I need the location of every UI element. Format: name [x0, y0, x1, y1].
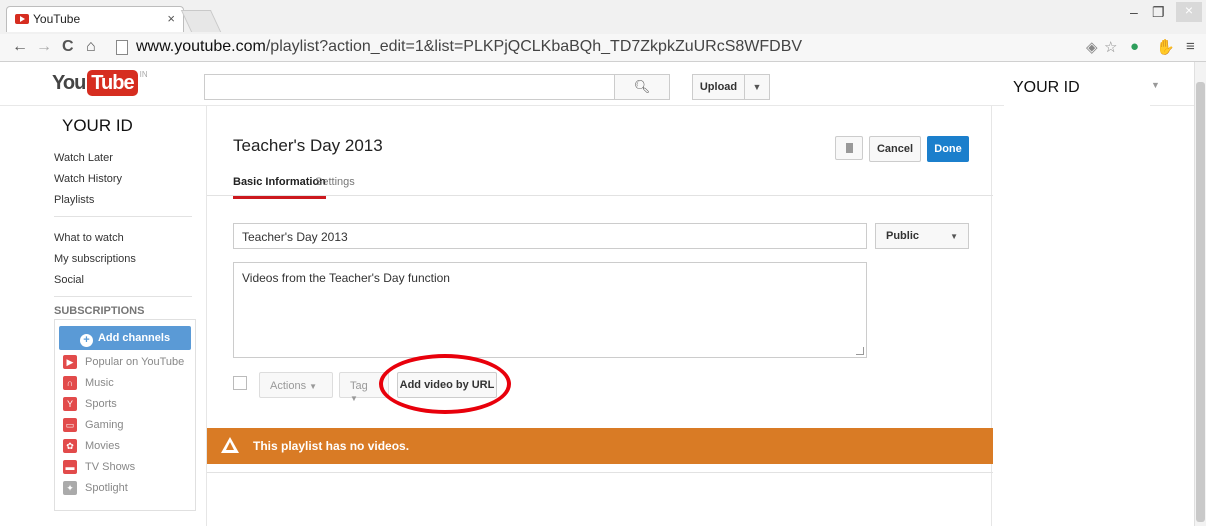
upload-button[interactable]: Upload — [692, 74, 744, 100]
youtube-logo[interactable]: You Tube IN — [52, 70, 148, 96]
search-input[interactable] — [204, 74, 614, 100]
tab-settings[interactable]: Settings — [315, 176, 355, 188]
page-title: Teacher's Day 2013 — [233, 136, 383, 155]
extension-icon[interactable]: ◈ — [1086, 38, 1098, 56]
guide-sidebar: YOUR ID Watch Later Watch History Playli… — [0, 106, 200, 526]
trash-icon — [846, 143, 853, 153]
sidebar-divider — [54, 216, 192, 217]
channel-item[interactable]: ✿ Movies — [63, 438, 120, 454]
highlight-annotation-circle — [379, 354, 511, 414]
chevron-down-icon: ▼ — [350, 394, 358, 403]
playlist-editor: Teacher's Day 2013 Cancel Done Basic Inf… — [206, 106, 993, 526]
back-arrow-icon[interactable]: ← — [12, 38, 28, 56]
account-id-label[interactable]: YOUR ID — [1004, 66, 1150, 106]
channel-item[interactable]: ▶ Popular on YouTube — [63, 354, 184, 370]
gamepad-icon: ▭ — [63, 418, 77, 432]
channel-item[interactable]: ▬ TV Shows — [63, 459, 135, 475]
url-text: www.youtube.com/playlist?action_edit=1&l… — [136, 38, 803, 55]
tv-icon: ▬ — [63, 460, 77, 474]
sidebar-divider — [54, 296, 192, 297]
channel-item[interactable]: Y Sports — [63, 396, 117, 412]
film-reel-icon: ✿ — [63, 439, 77, 453]
page-icon — [116, 40, 128, 55]
address-bar[interactable]: www.youtube.com/playlist?action_edit=1&l… — [112, 37, 1188, 59]
sidebar-user-id[interactable]: YOUR ID — [62, 116, 133, 136]
tab-title: YouTube — [33, 12, 81, 26]
search-button[interactable]: 🔍︎ — [614, 74, 670, 100]
select-all-checkbox[interactable] — [233, 376, 247, 390]
hand-extension-icon[interactable]: ✋ — [1156, 38, 1175, 56]
playlist-description-field[interactable]: Videos from the Teacher's Day function — [233, 262, 867, 358]
forward-arrow-icon[interactable]: → — [36, 38, 52, 56]
headphones-icon: ∩ — [63, 376, 77, 390]
popular-icon: ▶ — [63, 355, 77, 369]
chevron-down-icon: ▼ — [309, 382, 318, 391]
new-tab-button[interactable] — [180, 10, 222, 32]
extension-green-icon[interactable]: ● — [1130, 38, 1139, 55]
add-channels-button[interactable]: + Add channels — [59, 326, 191, 350]
channel-item[interactable]: ▭ Gaming — [63, 417, 124, 433]
spotlight-icon: ✦ — [63, 481, 77, 495]
playlist-title-field[interactable]: Teacher's Day 2013 — [233, 223, 867, 249]
sidebar-item-social[interactable]: Social — [54, 274, 84, 286]
browser-toolbar: ← → C ⌂ www.youtube.com/playlist?action_… — [0, 34, 1206, 62]
restore-icon[interactable]: ❐ — [1152, 4, 1165, 21]
browser-tab-bar: YouTube × – ❐ × — [0, 0, 1206, 34]
done-button[interactable]: Done — [927, 136, 969, 162]
subscriptions-box: + Add channels ▶ Popular on YouTube ∩ Music… — [54, 319, 196, 511]
sidebar-item-my-subscriptions[interactable]: My subscriptions — [54, 253, 136, 265]
plus-icon: + — [79, 334, 93, 347]
youtube-favicon-icon — [15, 14, 29, 24]
sidebar-item-watch-history[interactable]: Watch History — [54, 173, 122, 185]
upload-dropdown-button[interactable]: ▼ — [744, 74, 770, 100]
search-icon: 🔍︎ — [633, 79, 651, 94]
resize-grip-icon[interactable] — [856, 347, 864, 355]
home-icon[interactable]: ⌂ — [86, 38, 96, 56]
scrollbar-thumb[interactable] — [1196, 82, 1205, 522]
sidebar-item-watch-later[interactable]: Watch Later — [54, 152, 113, 164]
chevron-down-icon: ▼ — [950, 232, 958, 241]
content-divider — [207, 472, 993, 473]
tabs-divider — [207, 195, 993, 196]
cancel-button[interactable]: Cancel — [869, 136, 921, 162]
trophy-icon: Y — [63, 397, 77, 411]
actions-dropdown-button[interactable]: Actions ▼ — [259, 372, 333, 398]
account-chevron-down-icon[interactable]: ▼ — [1151, 80, 1160, 90]
channel-item[interactable]: ∩ Music — [63, 375, 114, 391]
subscriptions-heading: SUBSCRIPTIONS — [54, 305, 145, 317]
warning-icon — [221, 437, 239, 453]
privacy-select[interactable]: Public ▼ — [875, 223, 969, 249]
close-window-icon[interactable]: × — [1176, 2, 1202, 22]
reload-icon[interactable]: C — [62, 38, 74, 56]
channel-item[interactable]: ✦ Spotlight — [63, 480, 128, 496]
tab-close-icon[interactable]: × — [167, 11, 175, 26]
chevron-down-icon: ▼ — [752, 82, 762, 92]
bookmark-star-icon[interactable]: ☆ — [1104, 38, 1117, 56]
delete-playlist-button[interactable] — [835, 136, 863, 160]
empty-playlist-alert: This playlist has no videos. — [207, 428, 993, 464]
browser-tab[interactable]: YouTube × — [6, 6, 184, 32]
menu-icon[interactable]: ≡ — [1186, 38, 1195, 55]
minimize-icon[interactable]: – — [1130, 4, 1138, 20]
sidebar-item-playlists[interactable]: Playlists — [54, 194, 94, 206]
sidebar-item-what-to-watch[interactable]: What to watch — [54, 232, 124, 244]
